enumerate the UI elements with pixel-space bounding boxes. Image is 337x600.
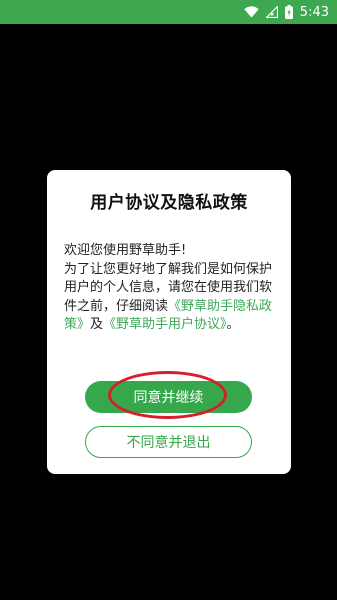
agree-continue-button[interactable]: 同意并继续 — [85, 381, 252, 413]
status-icons: 5:43 — [244, 0, 329, 24]
and-text: 及 — [90, 317, 104, 332]
dialog-title: 用户协议及隐私政策 — [90, 193, 248, 213]
wifi-icon — [244, 6, 259, 18]
disagree-exit-button[interactable]: 不同意并退出 — [85, 426, 252, 458]
status-bar: 5:43 — [0, 0, 337, 24]
battery-charging-icon — [284, 5, 293, 19]
privacy-agreement-dialog: 用户协议及隐私政策 欢迎您使用野草助手! 为了让您更好地了解我们是如何保护用户的… — [47, 170, 291, 474]
cell-signal-icon — [265, 6, 278, 18]
status-time: 5:43 — [299, 4, 329, 20]
policy-paragraph: 为了让您更好地了解我们是如何保护用户的个人信息，请您在使用我们软件之前，仔细阅读… — [64, 261, 278, 335]
dialog-body: 欢迎您使用野草助手! 为了让您更好地了解我们是如何保护用户的个人信息，请您在使用… — [64, 242, 278, 335]
user-agreement-link[interactable]: 《野草助手用户协议》 — [103, 317, 227, 332]
end-punctuation: 。 — [226, 317, 240, 332]
welcome-text: 欢迎您使用野草助手! — [64, 243, 187, 258]
